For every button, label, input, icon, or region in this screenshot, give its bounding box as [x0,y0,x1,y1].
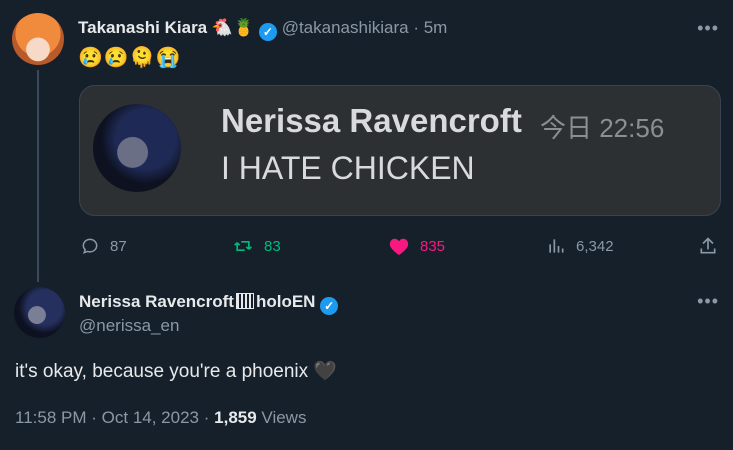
author-name-emojis: 🐔🍍 [211,18,255,37]
separator-dot: · [91,408,97,427]
analytics-icon [549,239,564,253]
tweet-text: it's okay, because you're a phoenix 🖤 [15,359,337,383]
tweet-text-body: it's okay, because you're a phoenix [15,361,309,382]
author-name[interactable]: Takanashi Kiara [78,18,207,37]
tweet-header: Takanashi Kiara 🐔🍍 ✓ @takanashikiara · 5… [78,18,447,41]
views-count: 6,342 [576,237,614,255]
embedded-text: I HATE CHICKEN [221,150,475,186]
author-handle[interactable]: @takanashikiara [282,18,409,37]
reply-button[interactable]: 87 [80,236,127,256]
retweet-count: 83 [264,237,281,255]
piano-emoji-icon [235,293,254,309]
tweet-date[interactable]: Oct 14, 2023 [102,408,199,427]
views-label: Views [261,408,307,427]
embedded-name: Nerissa Ravencroft [221,102,522,139]
reply-count: 87 [110,237,127,255]
views-count: 1,859 [214,408,257,427]
author-name-suffix[interactable]: holoEN [256,292,316,311]
share-icon [700,237,716,254]
black-heart-icon: 🖤 [313,361,338,382]
embedded-time: 今日 22:56 [540,113,665,143]
share-button[interactable] [698,236,718,256]
tweet-text: 😢😢🫠😭 [78,47,182,69]
like-button[interactable]: 835 [388,236,445,256]
separator-dot: · [203,408,210,427]
author-avatar[interactable] [14,287,65,338]
tweet-time[interactable]: 11:58 PM [15,408,87,427]
tweet-header: Nerissa Ravencroft holoEN ✓ [79,292,339,315]
separator-dot: · [413,18,419,37]
heart-icon [389,238,409,256]
author-avatar[interactable] [12,13,64,65]
tweet-time[interactable]: 5m [424,18,448,37]
retweet-button[interactable]: 83 [232,236,281,256]
embedded-avatar [93,104,181,192]
embedded-image[interactable]: Nerissa Ravencroft 今日 22:56 I HATE CHICK… [79,85,721,216]
thread-line [37,70,39,282]
reply-icon [82,238,98,254]
author-name[interactable]: Nerissa Ravencroft [79,292,234,311]
more-options-icon[interactable]: ••• [697,291,719,312]
verified-badge-icon: ✓ [320,297,339,315]
retweet-icon [234,241,252,251]
more-options-icon[interactable]: ••• [697,18,719,39]
views-button[interactable]: 6,342 [546,236,614,256]
like-count: 835 [420,237,446,255]
tweet-meta: 11:58 PM · Oct 14, 2023 · 1,859 Views [15,408,306,428]
author-handle[interactable]: @nerissa_en [79,316,179,336]
verified-badge-icon: ✓ [258,23,277,41]
